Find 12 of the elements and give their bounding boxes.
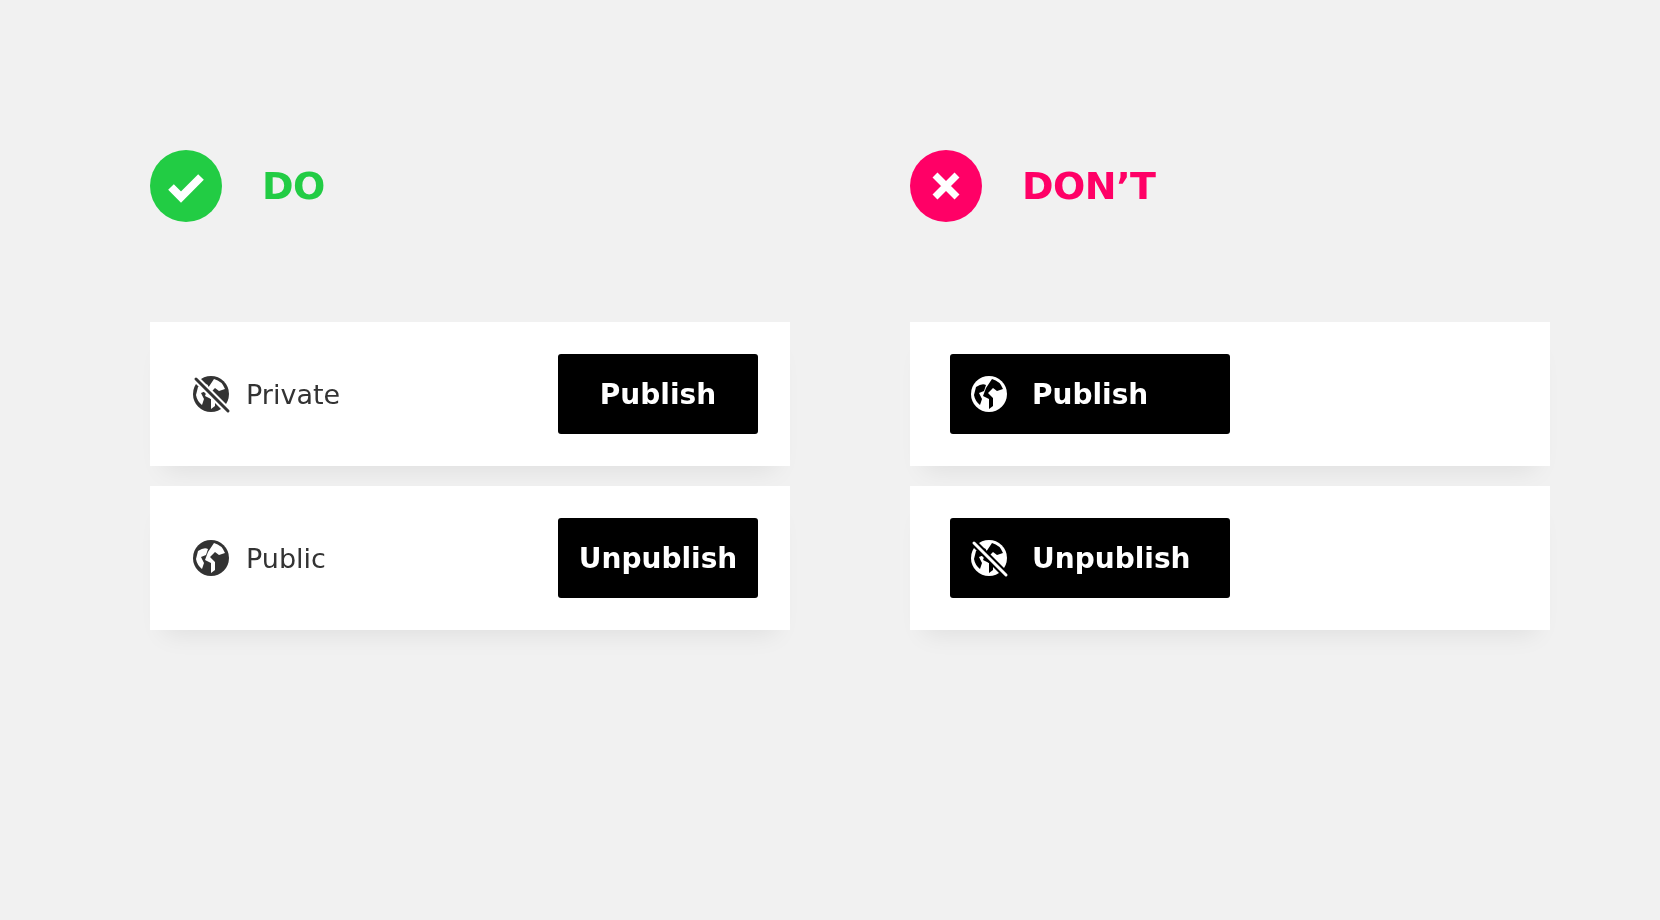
publish-button[interactable]: Unpublish xyxy=(558,518,758,598)
status-label: Public xyxy=(246,542,326,574)
publish-button[interactable]: Publish xyxy=(950,354,1230,434)
globe-icon xyxy=(190,537,232,579)
publish-button[interactable]: Unpublish xyxy=(950,518,1230,598)
crossed-globe-icon xyxy=(968,537,1010,579)
publish-button[interactable]: Publish xyxy=(558,354,758,434)
status-label: Private xyxy=(246,378,341,410)
section-title: DO xyxy=(262,164,325,208)
crossed-globe-icon xyxy=(190,373,232,415)
globe-icon xyxy=(968,373,1010,415)
section-title: DON’T xyxy=(1022,164,1156,208)
